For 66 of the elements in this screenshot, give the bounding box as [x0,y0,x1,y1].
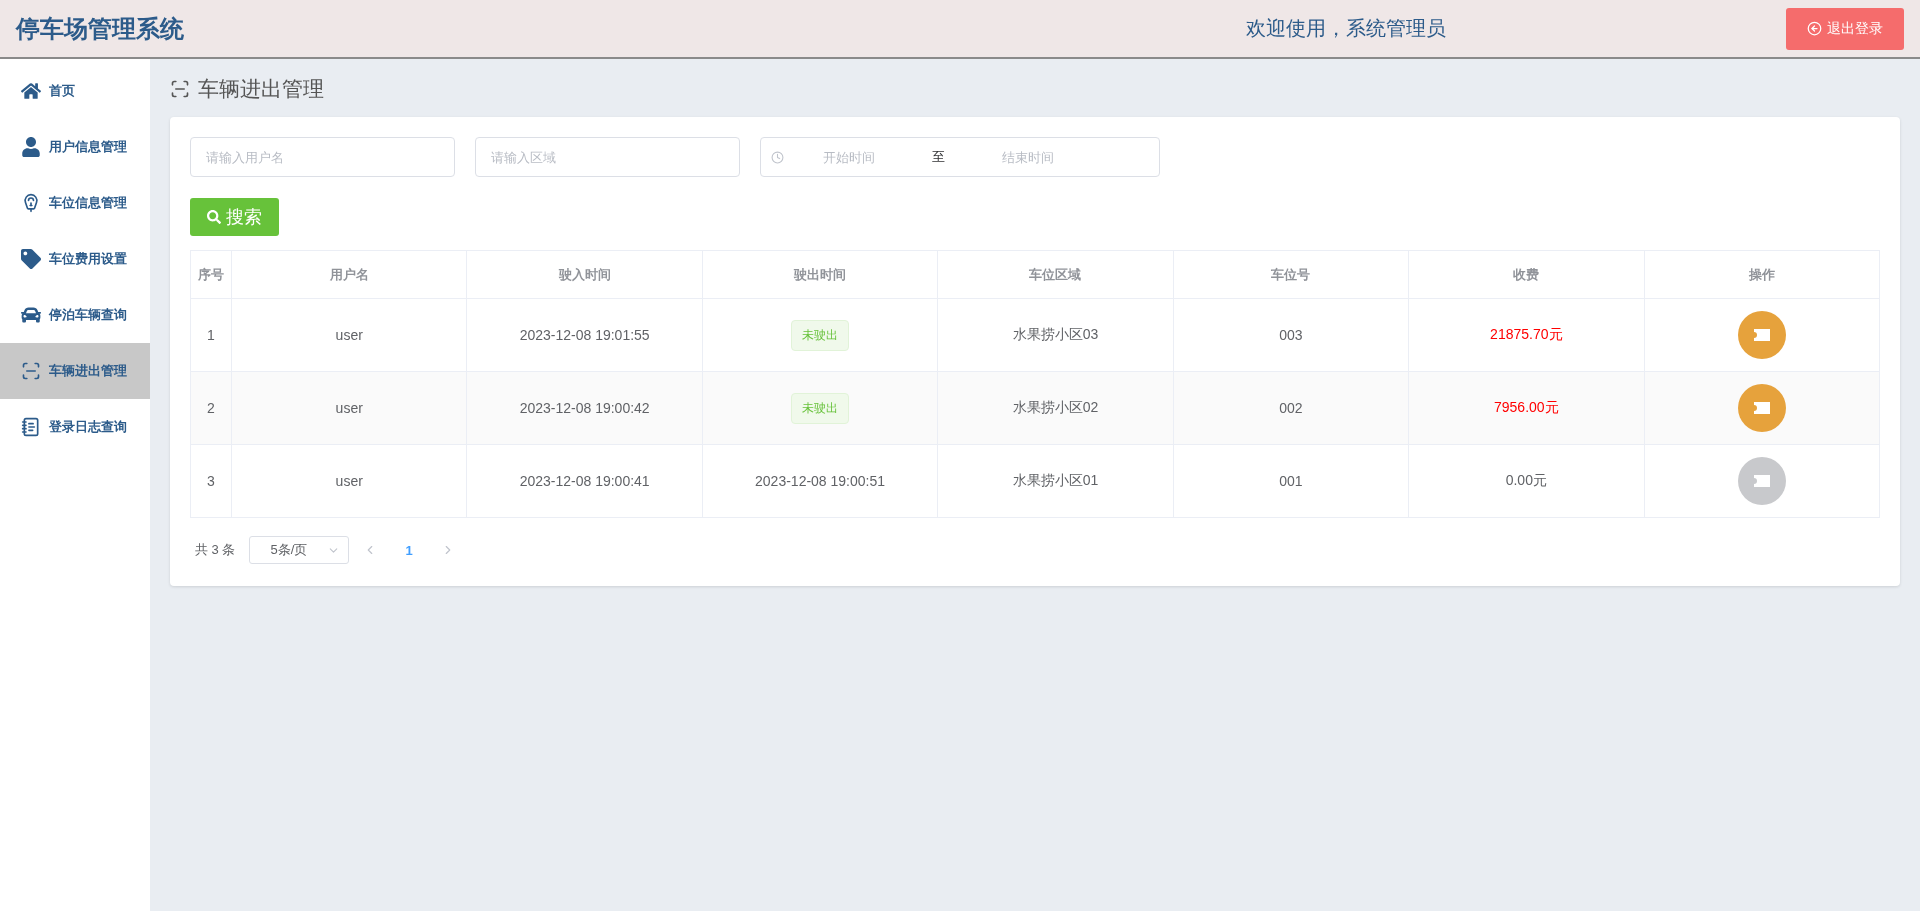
sidebar-item[interactable]: 用户信息管理 [0,119,150,175]
sidebar-item[interactable]: 停泊车辆查询 [0,287,150,343]
notebook-icon [21,417,41,437]
sidebar-label: 用户信息管理 [49,138,127,156]
sidebar-label: 停泊车辆查询 [49,306,127,324]
column-header: 收费 [1408,250,1645,299]
scan-icon [170,79,190,99]
column-header: 车位号 [1173,250,1409,299]
column-header: 驶出时间 [702,250,938,299]
sidebar-label: 车位费用设置 [49,250,127,268]
ticket-icon [1751,328,1772,342]
ticket-icon [1751,401,1772,415]
user-icon [21,137,41,157]
status-tag: 未驶出 [791,392,850,424]
column-header: 序号 [190,250,232,299]
pay-button[interactable] [1737,384,1786,432]
range-separator: 至 [931,148,946,166]
table-cell: user [231,371,467,445]
table-cell: 001 [1173,444,1409,518]
sidebar-item[interactable]: 车位费用设置 [0,231,150,287]
sidebar-item[interactable]: 首页 [0,63,150,119]
price-tag-icon [21,249,41,269]
table-cell: 002 [1173,371,1409,445]
table-cell: 2023-12-08 19:00:51 [755,473,886,489]
table-cell: 2 [190,371,232,445]
table-cell: 水果捞小区02 [937,371,1174,445]
table-cell: 1 [190,298,232,372]
car-icon [21,305,41,325]
sidebar-label: 登录日志查询 [49,418,127,436]
table-cell: 水果捞小区03 [937,298,1174,372]
table-cell: 水果捞小区01 [937,444,1174,518]
username-field[interactable]: 请输入用户名 [190,137,455,177]
table-cell: 2023-12-08 19:00:41 [466,444,703,518]
total-count: 共 3 条 [194,541,236,559]
home-icon [21,81,41,101]
column-header: 车位区域 [937,250,1174,299]
column-header: 操作 [1644,250,1880,299]
sidebar-item[interactable]: 登录日志查询 [0,399,150,455]
page-title: 车辆进出管理 [198,76,324,102]
search-icon [207,210,221,224]
column-header: 用户名 [231,250,467,299]
sidebar-label: 首页 [49,82,75,100]
sidebar-item[interactable]: 车辆进出管理 [0,343,150,399]
ticket-icon [1751,474,1772,488]
status-tag: 未驶出 [791,319,850,351]
table-cell: 2023-12-08 19:00:42 [466,371,703,445]
area-field[interactable]: 请输入区域 [475,137,740,177]
table-cell: 2023-12-08 19:01:55 [466,298,703,372]
table-cell: user [231,298,467,372]
sidebar-label: 车辆进出管理 [49,362,127,380]
scan-icon [21,361,41,381]
table-cell: 003 [1173,298,1409,372]
sidebar-item[interactable]: 车位信息管理 [0,175,150,231]
table-cell: user [231,444,467,518]
table-cell: 3 [190,444,232,518]
pay-button[interactable] [1737,311,1786,359]
app-title: 停车场管理系统 [16,13,185,44]
table-cell: 0.00元 [1408,444,1645,518]
table-cell: 21875.70元 [1408,298,1645,372]
welcome-text: 欢迎使用，系统管理员 [1246,16,1446,41]
table-cell: 7956.00元 [1408,371,1645,445]
page-size-select[interactable]: 5条/页 [249,536,350,564]
clock-icon [771,150,784,164]
column-header: 驶入时间 [466,250,703,299]
date-range-picker[interactable]: 开始时间 至 结束时间 [760,137,1160,177]
sidebar-label: 车位信息管理 [49,194,127,212]
